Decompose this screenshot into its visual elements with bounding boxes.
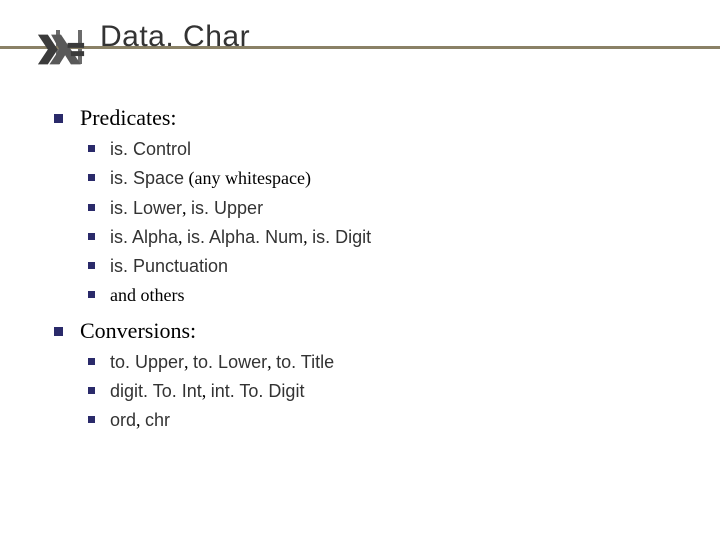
code-text: to. Title [276,352,334,372]
code-text: is. Alpha. Num [187,227,303,247]
plain-text: , [202,381,211,401]
section-heading: Conversions: [50,318,670,344]
code-text: is. Space [110,168,184,188]
list-item: is. Alpha, is. Alpha. Num, is. Digit [88,225,670,249]
bullet-icon [88,358,95,365]
heading-text: Conversions: [80,318,196,343]
code-text: ord [110,410,136,430]
code-text: to. Upper [110,352,184,372]
bullet-icon [88,145,95,152]
bullet-icon [88,291,95,298]
list-item: is. Control [88,137,670,161]
bullet-icon [88,262,95,269]
code-text: is. Control [110,139,191,159]
haskell-logo-icon [36,33,86,66]
bullet-icon [88,387,95,394]
heading-text: Predicates: [80,105,177,130]
plain-text: (any whitespace) [184,168,311,188]
code-text: is. Upper [191,198,263,218]
code-text: digit. To. Int [110,381,202,401]
slide-title: Data. Char [100,20,250,54]
code-text: to. Lower [193,352,267,372]
plain-text: , [303,227,312,247]
plain-text: , [136,410,145,430]
plain-text: , [178,227,187,247]
bullet-icon [54,114,63,123]
list-item: to. Upper, to. Lower, to. Title [88,350,670,374]
bullet-icon [88,416,95,423]
code-text: is. Lower [110,198,182,218]
code-text: chr [145,410,170,430]
plain-text: , [267,352,276,372]
code-text: is. Punctuation [110,256,228,276]
list-item: ord, chr [88,408,670,432]
list-item: and others [88,283,670,307]
code-text: is. Alpha [110,227,178,247]
bullet-icon [54,327,63,336]
code-text: int. To. Digit [211,381,305,401]
plain-text: and others [110,285,184,305]
list-item: is. Space (any whitespace) [88,166,670,190]
plain-text: , [182,198,191,218]
bullet-icon [88,174,95,181]
bullet-icon [88,233,95,240]
list-item: is. Punctuation [88,254,670,278]
section-heading: Predicates: [50,105,670,131]
plain-text: , [184,352,193,372]
list-item: digit. To. Int, int. To. Digit [88,379,670,403]
code-text: is. Digit [312,227,371,247]
slide: Data. Char Predicates: is. Control is. Spa… [0,0,720,540]
bullet-icon [88,204,95,211]
slide-body: Predicates: is. Control is. Space (any whi… [50,95,670,438]
list-item: is. Lower, is. Upper [88,196,670,220]
